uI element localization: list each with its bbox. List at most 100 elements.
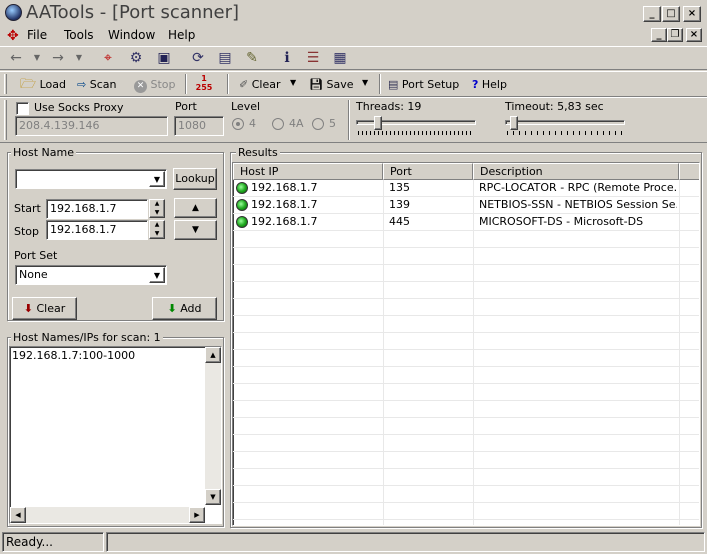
table-row[interactable]: 192.168.1.7 445 MICROSOFT-DS - Microsoft-D… <box>233 214 699 231</box>
info-icon[interactable]: ℹ <box>277 48 297 68</box>
menu-help[interactable]: Help <box>168 28 195 42</box>
empty-table-row <box>233 248 699 265</box>
open-port-icon <box>236 216 248 228</box>
column-header-host-ip[interactable]: Host IP <box>233 163 383 180</box>
clear-dropdown-icon[interactable]: ▼ <box>290 78 296 87</box>
port-label: Port <box>175 100 197 113</box>
proxy-port-field[interactable]: 1080 <box>174 116 224 136</box>
level-radio-4[interactable] <box>232 118 244 130</box>
stop-spin-up-icon[interactable]: ▲ <box>150 221 164 230</box>
empty-table-row <box>233 316 699 333</box>
stop-spinner[interactable]: ▲ ▼ <box>149 220 165 239</box>
scroll-up-icon[interactable]: ▲ <box>205 347 221 363</box>
list-icon[interactable]: ☰ <box>303 48 323 68</box>
start-ip-field[interactable]: 192.168.1.7 <box>46 199 148 219</box>
scan-button[interactable]: ⇨ Scan <box>77 76 116 94</box>
level-radio-5[interactable] <box>312 118 324 130</box>
stop-icon: ✕ <box>134 80 147 93</box>
start-spin-up-icon[interactable]: ▲ <box>150 200 164 209</box>
clear-results-label: Clear <box>251 78 281 91</box>
stop-button[interactable]: ✕ Stop <box>134 76 176 94</box>
empty-table-row <box>233 435 699 452</box>
forward-arrow-icon[interactable]: → <box>48 48 68 68</box>
mdi-minimize-button[interactable]: _ <box>651 28 667 42</box>
menu-window[interactable]: Window <box>108 28 155 42</box>
threads-slider-thumb[interactable] <box>374 116 382 130</box>
results-table[interactable]: Host IP Port Description 192.168.1.7 135 R… <box>232 162 700 526</box>
empty-table-row <box>233 367 699 384</box>
clear-hosts-button[interactable]: ⬇ Clear <box>12 297 77 320</box>
stop-ip-field[interactable]: 192.168.1.7 <box>46 220 148 240</box>
forward-dropdown-icon[interactable]: ▼ <box>69 48 89 68</box>
cell-description: MICROSOFT-DS - Microsoft-DS <box>479 215 644 228</box>
timeout-slider[interactable] <box>505 116 625 138</box>
table-row[interactable]: 192.168.1.7 139 NETBIOS-SSN - NETBIOS Sess… <box>233 197 699 214</box>
add-host-button[interactable]: ⬇ Add <box>152 297 217 320</box>
settings-row: Use Socks Proxy 208.4.139.146 Port 1080 … <box>0 97 707 143</box>
timeout-label: Timeout: 5,83 sec <box>505 100 604 113</box>
move-down-button[interactable]: ▼ <box>174 220 217 240</box>
save-button[interactable]: 💾︎ Save <box>309 76 353 94</box>
port-setup-button[interactable]: ▤ Port Setup <box>388 76 459 94</box>
host-list-box[interactable]: 192.168.1.7:100-1000 ▲ ▼ ◀ ▶ <box>9 346 222 524</box>
network-icon[interactable]: ⚙ <box>126 48 146 68</box>
window-icon[interactable]: ▤ <box>215 48 235 68</box>
empty-table-row <box>233 503 699 520</box>
host-list-hscroll[interactable]: ◀ ▶ <box>10 507 205 523</box>
start-spinner[interactable]: ▲ ▼ <box>149 199 165 218</box>
close-button[interactable]: × <box>683 6 701 22</box>
help-button[interactable]: ? Help <box>472 76 507 94</box>
stop-spin-down-icon[interactable]: ▼ <box>150 230 164 239</box>
minimize-button[interactable]: _ <box>643 6 661 22</box>
scroll-down-icon[interactable]: ▼ <box>205 489 221 505</box>
timeout-slider-thumb[interactable] <box>510 116 518 130</box>
refresh-icon[interactable]: ⟳ <box>188 48 208 68</box>
navigation-toolbar: ← ▼ → ▼ ⌖ ⚙ ▣ ⟳ ▤ ✎ ℹ ☰ ▦ <box>0 46 707 70</box>
empty-table-row <box>233 299 699 316</box>
lookup-button[interactable]: Lookup <box>173 168 217 190</box>
load-label: Load <box>39 78 67 91</box>
hostname-combobox[interactable]: ▼ <box>15 169 167 189</box>
level-radio-4a[interactable] <box>272 118 284 130</box>
monitor-icon[interactable]: ▣ <box>154 48 174 68</box>
back-arrow-icon[interactable]: ← <box>6 48 26 68</box>
scroll-left-icon[interactable]: ◀ <box>10 507 26 523</box>
column-header-description[interactable]: Description <box>473 163 679 180</box>
mdi-restore-button[interactable]: ❐ <box>667 28 683 42</box>
move-up-button[interactable]: ▲ <box>174 198 217 218</box>
hostname-dropdown-icon[interactable]: ▼ <box>149 171 165 187</box>
back-dropdown-icon[interactable]: ▼ <box>27 48 47 68</box>
empty-table-row <box>233 265 699 282</box>
scroll-right-icon[interactable]: ▶ <box>189 507 205 523</box>
tools-icon[interactable]: ✎ <box>242 48 262 68</box>
port-set-combobox[interactable]: None ▼ <box>15 265 167 285</box>
level-4a-label: 4A <box>289 117 304 130</box>
range-icon[interactable]: 1 255 <box>194 74 214 94</box>
port-set-value: None <box>19 268 48 281</box>
mdi-close-button[interactable]: × <box>686 28 702 42</box>
floppy-icon: 💾︎ <box>309 78 323 91</box>
menu-tools[interactable]: Tools <box>64 28 94 42</box>
start-spin-down-icon[interactable]: ▼ <box>150 209 164 218</box>
column-header-port[interactable]: Port <box>383 163 473 180</box>
socks-proxy-label: Use Socks Proxy <box>34 101 124 114</box>
target-icon[interactable]: ⌖ <box>98 48 118 68</box>
port-set-dropdown-icon[interactable]: ▼ <box>149 267 165 283</box>
setup-icon: ▤ <box>388 78 399 91</box>
socks-proxy-checkbox[interactable] <box>16 102 29 115</box>
socks-proxy-ip-field[interactable]: 208.4.139.146 <box>15 116 168 136</box>
clear-results-button[interactable]: ✐ Clear <box>239 76 281 94</box>
menu-file[interactable]: File <box>27 28 47 42</box>
load-button[interactable]: 🗁 Load <box>20 76 66 94</box>
empty-table-row <box>233 418 699 435</box>
host-list-item[interactable]: 192.168.1.7:100-1000 <box>12 349 135 362</box>
document-icon[interactable]: ▦ <box>330 48 350 68</box>
help-label: Help <box>481 78 507 91</box>
table-row[interactable]: 192.168.1.7 135 RPC-LOCATOR - RPC (Remote … <box>233 180 699 197</box>
save-dropdown-icon[interactable]: ▼ <box>362 78 368 87</box>
mdi-app-icon[interactable]: ✥ <box>7 28 23 44</box>
host-list-vscroll[interactable]: ▲ ▼ <box>205 347 221 505</box>
threads-slider[interactable] <box>356 116 476 138</box>
maximize-button[interactable]: □ <box>662 6 680 22</box>
question-icon: ? <box>472 78 479 91</box>
